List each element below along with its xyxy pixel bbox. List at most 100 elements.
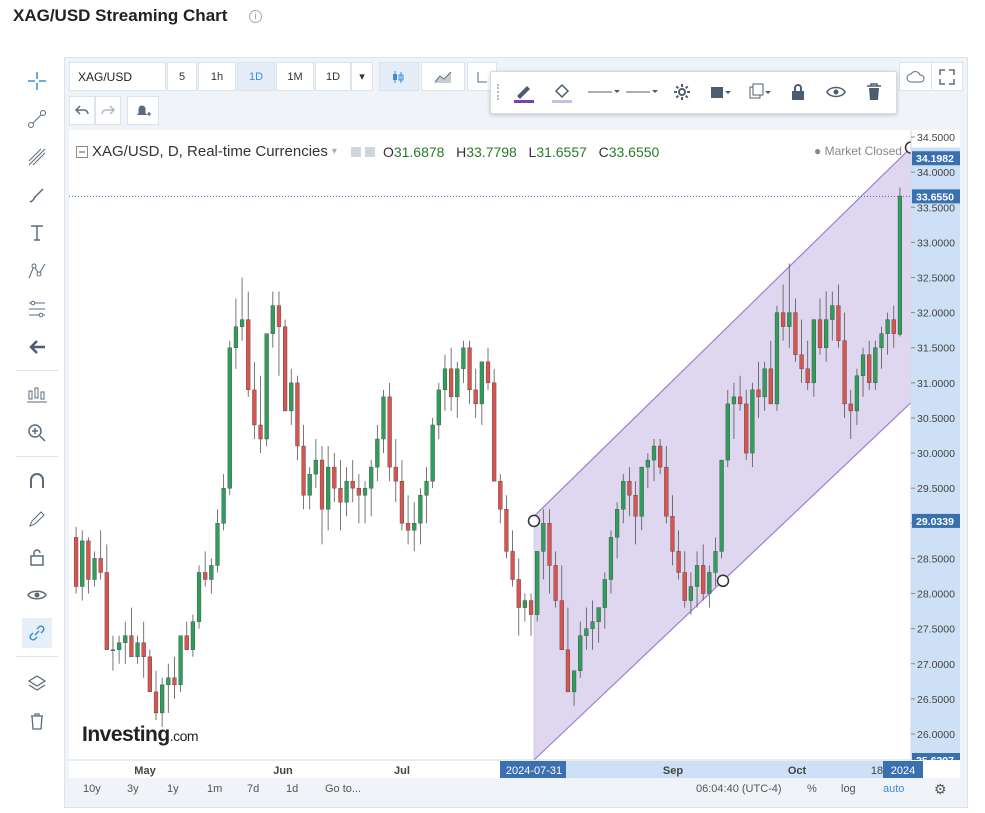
candle-body xyxy=(688,586,693,601)
range-1m[interactable]: 1m xyxy=(207,783,222,795)
y-tick-label: 32.5000 xyxy=(917,272,955,284)
candle-body xyxy=(658,445,663,468)
hide-drawing-icon[interactable] xyxy=(821,77,851,107)
candle-body xyxy=(762,368,767,398)
candle-body xyxy=(744,403,749,454)
candlestick-chart[interactable]: 34.5000 34.0000 33.5000 33.0000 32.5000 32.00… xyxy=(69,130,960,780)
redo-icon[interactable] xyxy=(95,96,121,125)
range-1y[interactable]: 1y xyxy=(167,783,179,795)
magnet-icon[interactable] xyxy=(22,466,52,496)
crosshair-icon[interactable] xyxy=(22,66,52,96)
pitchfork-icon[interactable] xyxy=(22,142,52,172)
line-width-icon[interactable] xyxy=(585,77,621,107)
resolution-1d[interactable]: 1D xyxy=(237,62,275,91)
candle-body xyxy=(147,656,152,693)
x-tick-label: Oct xyxy=(788,765,807,777)
y-tick-label: 30.5000 xyxy=(917,413,955,425)
candle-body xyxy=(473,389,478,405)
range-1d[interactable]: 1d xyxy=(286,783,298,795)
undo-icon[interactable] xyxy=(69,96,95,125)
candle-body xyxy=(184,635,189,650)
delete-drawing-icon[interactable] xyxy=(859,77,889,107)
candle-body xyxy=(701,565,706,594)
candle-body xyxy=(338,487,343,503)
y-tick-label: 34.5000 xyxy=(917,132,955,144)
range-3y[interactable]: 3y xyxy=(127,783,139,795)
candle-body xyxy=(252,389,257,426)
x-label-end-year: 2024 xyxy=(891,765,915,777)
candle-body xyxy=(805,368,810,384)
pattern-icon[interactable] xyxy=(22,256,52,286)
eye-icon[interactable] xyxy=(22,580,52,610)
candle-body xyxy=(356,487,361,496)
candle-body xyxy=(141,642,146,657)
candle-body xyxy=(510,551,515,580)
candle-body xyxy=(731,396,737,405)
gear-icon[interactable] xyxy=(667,77,697,107)
candle-body xyxy=(461,347,466,369)
candle-body xyxy=(436,389,441,426)
zoom-in-icon[interactable] xyxy=(22,418,52,448)
candle-body xyxy=(393,466,398,482)
text-tool-icon[interactable] xyxy=(22,218,52,248)
resolution-1m[interactable]: 1M xyxy=(276,62,314,91)
fib-retracement-icon[interactable] xyxy=(22,294,52,324)
area-chart-icon[interactable] xyxy=(421,62,465,91)
candle-body xyxy=(123,635,128,643)
lock-drawing-icon[interactable] xyxy=(783,77,813,107)
series-dropdown-icon[interactable]: ▾ xyxy=(332,146,337,157)
log-toggle[interactable]: log xyxy=(841,783,856,795)
candle-body xyxy=(522,600,527,608)
candle-body xyxy=(584,628,589,636)
candle-body xyxy=(190,621,195,650)
auto-toggle[interactable]: auto xyxy=(883,783,904,795)
chevron-down-icon[interactable]: ▾ xyxy=(351,62,373,91)
range-7d[interactable]: 7d xyxy=(247,783,259,795)
candle-body xyxy=(867,354,872,384)
settings-toggle-icon[interactable] xyxy=(364,146,375,157)
visibility-toggle-icon[interactable] xyxy=(350,146,361,157)
layers-icon[interactable] xyxy=(22,668,52,698)
candle-body xyxy=(412,523,417,531)
drag-handle-icon[interactable] xyxy=(497,84,503,100)
resolution-dropdown[interactable]: 1D xyxy=(315,62,351,91)
range-10y[interactable]: 10y xyxy=(83,783,101,795)
y-tick-label: 30.0000 xyxy=(917,448,955,460)
symbol-input[interactable]: XAG/USD xyxy=(69,62,166,91)
collapse-icon[interactable] xyxy=(76,145,88,158)
candles-icon[interactable] xyxy=(379,62,419,91)
candle-body xyxy=(498,480,503,510)
stay-in-drawing-icon[interactable] xyxy=(22,504,52,534)
settings-gear-icon[interactable]: ⚙ xyxy=(934,781,947,798)
clone-icon[interactable] xyxy=(743,77,777,107)
info-icon[interactable]: i xyxy=(249,10,262,23)
fill-color-icon[interactable] xyxy=(545,77,579,107)
cloud-icon[interactable] xyxy=(899,62,933,91)
resolution-5[interactable]: 5 xyxy=(167,62,197,91)
measure-icon[interactable] xyxy=(22,380,52,410)
candle-body xyxy=(842,340,847,405)
candle-body xyxy=(449,368,454,398)
object-tree-icon[interactable] xyxy=(703,77,739,107)
series-title[interactable]: XAG/USD, D, Real-time Currencies xyxy=(92,143,328,160)
trash-icon[interactable] xyxy=(22,706,52,736)
line-style-icon[interactable] xyxy=(623,77,659,107)
line-color-icon[interactable] xyxy=(507,77,541,107)
chart-pane[interactable]: 34.5000 34.0000 33.5000 33.0000 32.5000 32.00… xyxy=(69,130,960,778)
candle-body xyxy=(547,523,552,566)
resolution-1h[interactable]: 1h xyxy=(198,62,236,91)
candle-body xyxy=(283,326,288,412)
market-status: ● Market Closed xyxy=(814,144,902,158)
fullscreen-icon[interactable] xyxy=(931,62,963,91)
percent-toggle[interactable]: % xyxy=(807,783,817,795)
back-arrow-icon[interactable] xyxy=(22,332,52,362)
goto-button[interactable]: Go to... xyxy=(325,783,361,795)
trend-line-icon[interactable] xyxy=(22,104,52,134)
alert-bell-icon[interactable] xyxy=(127,96,159,125)
candle-body xyxy=(559,600,564,650)
lock-icon[interactable] xyxy=(22,542,52,572)
brush-icon[interactable] xyxy=(22,180,52,210)
candle-body xyxy=(713,551,718,573)
candle-body xyxy=(196,572,202,622)
link-icon[interactable] xyxy=(22,618,52,648)
